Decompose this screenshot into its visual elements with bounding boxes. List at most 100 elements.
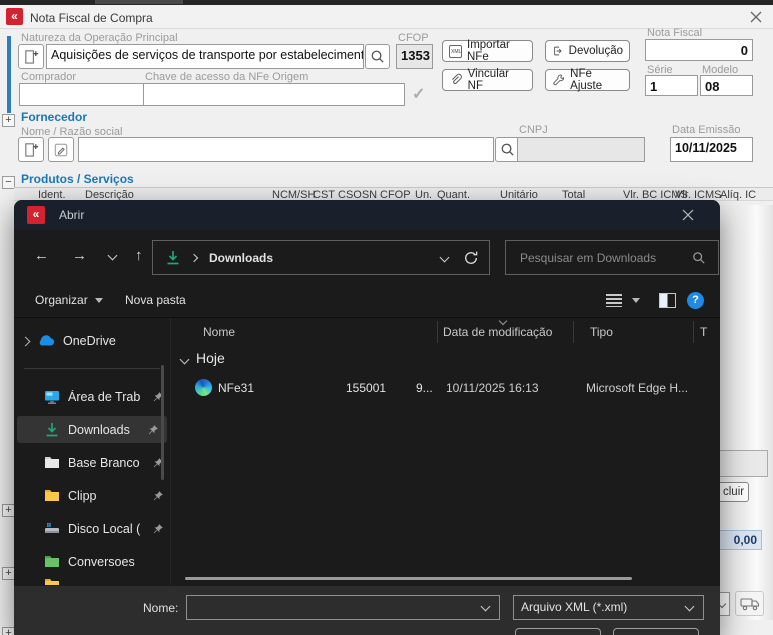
expand-chevron-icon[interactable] (21, 336, 31, 346)
sidebar-item-conversoes[interactable]: Conversoes (22, 548, 164, 575)
column-header-tipo[interactable]: Tipo (590, 325, 613, 339)
main-close-icon[interactable] (750, 11, 762, 23)
breadcrumb-chevron-icon (190, 254, 198, 262)
data-emissao-field[interactable]: 10/11/2025 (670, 137, 753, 162)
column-separator[interactable] (437, 321, 438, 343)
importar-nfe-button[interactable]: XML Importar NFe (442, 40, 533, 62)
view-mode-icon[interactable] (606, 294, 622, 307)
column-header-data[interactable]: Data de modificação (443, 325, 552, 339)
fornecedor-new-button[interactable] (18, 137, 44, 162)
organizar-menu[interactable]: Organizar (35, 293, 103, 307)
file-list-horizontal-scrollbar[interactable] (185, 577, 632, 580)
sidebar-item-label: OneDrive (63, 334, 116, 348)
file-type: Microsoft Edge H... (586, 381, 688, 395)
back-button[interactable]: ← (34, 248, 49, 263)
breadcrumb-location[interactable]: Downloads (209, 251, 273, 265)
hard-drive-icon (44, 521, 60, 537)
search-icon (500, 142, 515, 157)
folder-icon (44, 489, 60, 502)
cnpj-field (517, 137, 645, 162)
column-header-partial[interactable]: T (700, 325, 707, 339)
section-accent-bar (7, 36, 11, 113)
address-bar[interactable]: Downloads (152, 240, 490, 275)
help-button[interactable]: ? (687, 292, 704, 309)
natureza-label: Natureza da Operação Principal (21, 32, 178, 44)
nome-razao-input[interactable] (78, 137, 494, 162)
sidebar-divider (24, 368, 160, 369)
folder-icon (44, 555, 60, 568)
view-mode-chevron-icon[interactable] (632, 298, 640, 303)
cancel-button-partial[interactable] (613, 628, 699, 635)
cnpj-label: CNPJ (519, 124, 548, 136)
sidebar-item-disco-local[interactable]: Disco Local ( (22, 515, 164, 542)
recent-locations-chevron-icon[interactable] (108, 251, 118, 261)
dialog-logo-icon: « (27, 206, 45, 224)
sidebar-item-area-de-trabalho[interactable]: Área de Trab (22, 383, 164, 410)
modelo-field[interactable]: 08 (700, 75, 753, 96)
main-titlebar[interactable]: « Nota Fiscal de Compra (0, 5, 773, 29)
fornecedor-edit-button[interactable] (48, 137, 74, 162)
sidebar-scrollbar[interactable] (161, 365, 164, 480)
nova-pasta-button[interactable]: Nova pasta (125, 293, 186, 307)
column-header-nome[interactable]: Nome (203, 325, 235, 339)
column-separator[interactable] (573, 321, 574, 343)
organizar-dropdown-icon (95, 298, 103, 303)
address-dropdown-chevron-icon[interactable] (440, 253, 450, 263)
folder-icon (44, 578, 60, 585)
fornecedor-expander[interactable]: + (2, 114, 15, 127)
sidebar-item-clipp[interactable]: Clipp (22, 482, 164, 509)
column-separator[interactable] (693, 321, 694, 343)
folder-icon (44, 456, 60, 469)
freight-button[interactable] (735, 591, 764, 616)
open-button-partial[interactable] (515, 628, 601, 635)
downloads-icon (165, 250, 181, 266)
devolucao-button[interactable]: Devolução (545, 40, 630, 62)
produtos-section-title[interactable]: Produtos / Serviços (21, 172, 134, 186)
up-button[interactable]: ↑ (135, 248, 143, 263)
natureza-new-button[interactable] (18, 44, 44, 69)
chave-input[interactable] (143, 83, 405, 106)
col-aliq-icms[interactable]: Alíq. IC (720, 189, 756, 201)
fornecedor-section-title[interactable]: Fornecedor (21, 110, 87, 124)
group-header-hoje[interactable]: Hoje (196, 350, 225, 366)
file-row[interactable]: NFe31 155001 9... 10/11/2025 16:13 Micro… (174, 376, 714, 402)
cfop-field[interactable]: 1353 (396, 44, 433, 69)
commandbar-divider (14, 317, 720, 318)
sidebar-list-divider (170, 318, 171, 585)
cfop-label: CFOP (398, 32, 429, 44)
nota-fiscal-field[interactable]: 0 (645, 39, 753, 61)
file-name-extra1: 155001 (346, 381, 386, 395)
forward-button[interactable]: → (72, 248, 87, 263)
filetype-combobox[interactable]: Arquivo XML (*.xml) (513, 595, 704, 620)
sidebar-item-label: Área de Trab (68, 390, 140, 404)
background-window-tab (95, 0, 183, 4)
comprador-label: Comprador (21, 71, 76, 83)
dialog-close-icon[interactable] (682, 209, 694, 221)
dialog-titlebar[interactable]: « Abrir (14, 200, 720, 230)
serie-field[interactable]: 1 (645, 75, 698, 96)
app-logo-icon: « (6, 8, 23, 25)
vincular-nf-label: Vincular NF (468, 68, 526, 92)
sidebar-item-base-branco[interactable]: Base Branco (22, 449, 164, 476)
filename-combobox[interactable] (186, 595, 500, 620)
nfe-ajuste-button[interactable]: NFe Ajuste (545, 69, 630, 91)
preview-pane-icon[interactable] (659, 293, 676, 308)
desktop-icon (44, 389, 60, 405)
search-icon (370, 49, 385, 64)
sidebar-item-label: Disco Local ( (68, 522, 140, 536)
search-box[interactable]: Pesquisar em Downloads (505, 240, 719, 275)
refresh-icon[interactable] (463, 250, 479, 266)
sidebar-item-downloads[interactable]: Downloads (17, 416, 167, 443)
wrench-icon (552, 73, 565, 87)
xml-document-icon: XML (449, 45, 462, 58)
sidebar-item-label: Clipp (68, 489, 97, 503)
natureza-input[interactable]: Aquisições de serviços de transporte por… (46, 44, 364, 69)
sidebar-item-partial[interactable] (44, 578, 164, 585)
group-collapse-chevron-icon[interactable] (180, 355, 190, 365)
sidebar-item-onedrive[interactable]: OneDrive (22, 328, 164, 354)
vincular-nf-button[interactable]: Vincular NF (442, 69, 533, 91)
nota-fiscal-label: Nota Fiscal (647, 27, 702, 39)
natureza-search-button[interactable] (365, 44, 390, 69)
devolucao-label: Devolução (569, 45, 623, 57)
downloads-icon (44, 422, 60, 438)
